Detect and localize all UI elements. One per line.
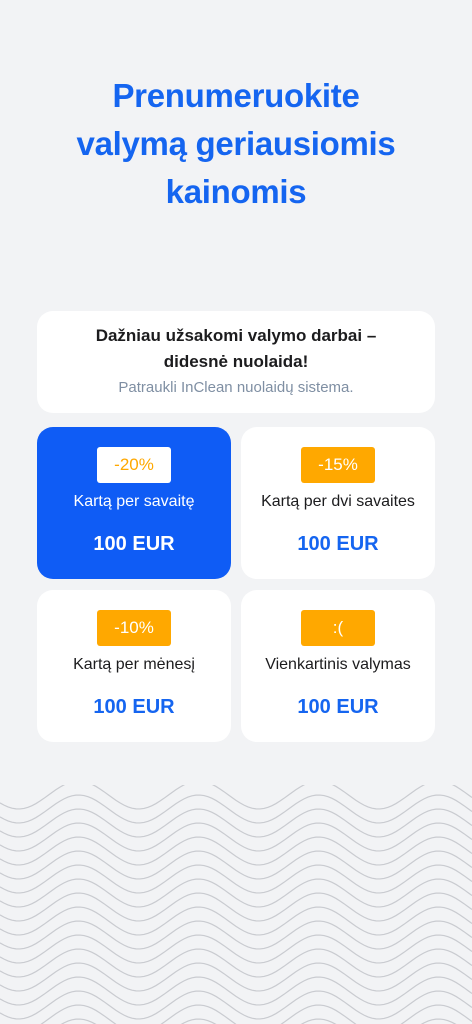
plan-label: Kartą per dvi savaites xyxy=(261,493,415,510)
plan-label: Vienkartinis valymas xyxy=(265,656,411,673)
discount-info-subtitle: Patraukli InClean nuolaidų sistema. xyxy=(118,379,354,396)
plan-price: 100 EUR xyxy=(93,696,175,718)
wave-line xyxy=(60,1018,457,1024)
wave-line xyxy=(0,864,472,894)
plan-card-biweekly[interactable]: -15% Kartą per dvi savaites 100 EUR xyxy=(241,427,435,579)
wave-line xyxy=(0,850,472,880)
wave-line xyxy=(0,990,472,1020)
discount-info-title-line-1: Dažniau užsakomi valymo darbai – xyxy=(95,326,377,345)
page-title-line-2: valymą geriausiomis xyxy=(76,125,396,162)
discount-badge: -15% xyxy=(301,447,375,483)
plan-card-weekly[interactable]: -20% Kartą per savaitę 100 EUR xyxy=(37,427,231,579)
plan-price: 100 EUR xyxy=(93,533,175,555)
plan-label: Kartą per savaitę xyxy=(73,493,195,510)
wave-line xyxy=(0,794,472,824)
wave-line xyxy=(0,976,472,1006)
wave-line xyxy=(0,906,472,936)
wave-line xyxy=(0,934,472,964)
wave-line xyxy=(0,808,472,838)
plan-card-one-time[interactable]: :( Vienkartinis valymas 100 EUR xyxy=(241,590,435,742)
discount-info-card: Dažniau užsakomi valymo darbai – didesnė… xyxy=(37,311,435,413)
wave-line xyxy=(0,920,472,950)
wave-line xyxy=(0,836,472,866)
wave-line xyxy=(0,962,472,992)
discount-info-title: Dažniau užsakomi valymo darbai – didesnė… xyxy=(37,323,435,375)
wave-line xyxy=(0,822,472,852)
discount-badge: :( xyxy=(301,610,375,646)
discount-badge: -20% xyxy=(97,447,171,483)
wave-line xyxy=(40,1004,472,1024)
wave-line xyxy=(0,785,472,810)
decorative-wave-pattern xyxy=(0,785,472,1024)
wave-line xyxy=(0,948,472,978)
page-title-line-1: Prenumeruokite xyxy=(112,77,360,114)
page-title-line-3: kainomis xyxy=(165,173,307,210)
plan-label: Kartą per mėnesį xyxy=(73,656,195,673)
plan-card-monthly[interactable]: -10% Kartą per mėnesį 100 EUR xyxy=(37,590,231,742)
plan-price: 100 EUR xyxy=(297,533,379,555)
discount-badge: -10% xyxy=(97,610,171,646)
plan-price: 100 EUR xyxy=(297,696,379,718)
discount-info-title-line-2: didesnė nuolaida! xyxy=(163,352,309,371)
wave-line xyxy=(0,878,472,908)
wave-line xyxy=(0,892,472,922)
page-title: Prenumeruokite valymą geriausiomis kaino… xyxy=(0,72,472,216)
